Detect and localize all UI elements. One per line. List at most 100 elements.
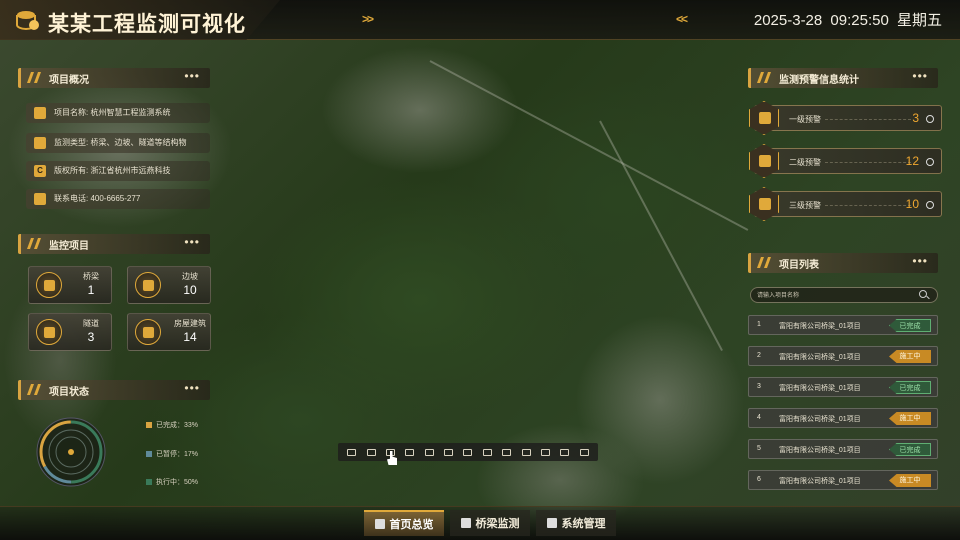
warning-label: 三级预警 bbox=[789, 201, 821, 210]
header-tick-icon bbox=[26, 72, 42, 83]
warnings-title: 监测预警信息统计 bbox=[779, 75, 859, 86]
status-badge: 施工中 bbox=[889, 474, 931, 487]
info-row: 监测类型: 桥梁、边坡、隧道等结构物 bbox=[26, 133, 210, 153]
projects-header: 项目列表 ••• bbox=[748, 253, 938, 273]
grid-icon[interactable] bbox=[444, 448, 454, 456]
row-number: 5 bbox=[757, 445, 761, 452]
date: 2025-3-28 bbox=[753, 12, 823, 29]
card-value: 1 bbox=[87, 283, 95, 297]
arrows-left-icon: << bbox=[676, 12, 688, 26]
angle-icon[interactable] bbox=[405, 448, 415, 456]
warning-level-3[interactable]: 三级预警 10 bbox=[749, 187, 942, 221]
warning-level-1[interactable]: 一级预警 3 bbox=[749, 101, 942, 135]
warning-value: 12 bbox=[905, 154, 919, 168]
monitor-card-tunnel[interactable]: 隧道 3 bbox=[28, 313, 112, 351]
arrow-icon bbox=[926, 115, 934, 123]
map-toolbar bbox=[338, 443, 598, 461]
home-icon bbox=[374, 519, 385, 529]
card-label: 边坡 bbox=[182, 272, 198, 281]
card-label: 隧道 bbox=[83, 319, 99, 328]
copyright-icon: C bbox=[34, 165, 46, 177]
search-input[interactable] bbox=[757, 290, 917, 301]
overview-header: 项目概况 ••• bbox=[18, 68, 210, 88]
status-badge: 已完成 bbox=[889, 381, 931, 394]
status-donut-chart bbox=[36, 417, 106, 487]
card-value: 14 bbox=[183, 330, 197, 344]
monitor-card-building[interactable]: 房屋建筑 14 bbox=[127, 313, 211, 351]
chart-line-icon[interactable] bbox=[482, 448, 492, 456]
header-tick-icon bbox=[756, 257, 772, 268]
keyboard-icon[interactable] bbox=[424, 448, 434, 456]
project-row[interactable]: 5 富阳有限公司桥梁_01项目 已完成 bbox=[748, 439, 938, 459]
project-row[interactable]: 2 富阳有限公司桥梁_01项目 施工中 bbox=[748, 346, 938, 366]
monitor-card-bridge[interactable]: 桥梁 1 bbox=[28, 266, 112, 304]
header-tick-icon bbox=[26, 384, 42, 395]
arrows-right-icon: >> bbox=[362, 12, 374, 26]
row-number: 4 bbox=[757, 414, 761, 421]
area-icon[interactable] bbox=[502, 448, 512, 456]
tab-settings[interactable]: 系统管理 bbox=[536, 510, 616, 536]
info-row: C 版权所有: 浙江省杭州市远燕科技 bbox=[26, 161, 210, 181]
project-row[interactable]: 6 富阳有限公司桥梁_01项目 施工中 bbox=[748, 470, 938, 490]
row-number: 3 bbox=[757, 383, 761, 390]
copyright: 版权所有: 浙江省杭州市远燕科技 bbox=[54, 166, 171, 175]
card-value: 10 bbox=[183, 283, 197, 297]
building-icon bbox=[135, 319, 161, 345]
warning-label: 一级预警 bbox=[789, 115, 821, 124]
project-name: 富阳有限公司桥梁_01项目 bbox=[779, 447, 861, 454]
warning-level-2[interactable]: 二级预警 12 bbox=[749, 144, 942, 178]
overview-title: 项目概况 bbox=[49, 75, 89, 86]
arrow-icon bbox=[926, 158, 934, 166]
info-row: 项目名称: 杭州智慧工程监测系统 bbox=[26, 103, 210, 123]
monitor-icon bbox=[34, 137, 46, 149]
more-icon[interactable]: ••• bbox=[184, 69, 200, 83]
datetime: 2025-3-28 09:25:50 星期五 bbox=[754, 9, 942, 30]
tab-bridge[interactable]: 桥梁监测 bbox=[450, 510, 530, 536]
measure-icon[interactable] bbox=[366, 448, 376, 456]
project-search bbox=[750, 287, 938, 303]
row-number: 2 bbox=[757, 352, 761, 359]
project-row[interactable]: 3 富阳有限公司桥梁_01项目 已完成 bbox=[748, 377, 938, 397]
project-name: 富阳有限公司桥梁_01项目 bbox=[779, 416, 861, 423]
doc-icon bbox=[34, 107, 46, 119]
legend-done: 已完成：33% bbox=[146, 420, 198, 430]
tab-label: 首页总览 bbox=[389, 519, 434, 531]
card-value: 3 bbox=[87, 330, 95, 344]
more-icon[interactable]: ••• bbox=[912, 69, 928, 83]
more-icon[interactable]: ••• bbox=[184, 235, 200, 249]
top-bar: 某某工程监测可视化 >> << 2025-3-28 09:25:50 星期五 bbox=[0, 0, 960, 40]
project-name: 富阳有限公司桥梁_01项目 bbox=[779, 478, 861, 485]
slope-icon bbox=[135, 272, 161, 298]
project-row[interactable]: 4 富阳有限公司桥梁_01项目 施工中 bbox=[748, 408, 938, 428]
header-tick-icon bbox=[756, 72, 772, 83]
tab-home[interactable]: 首页总览 bbox=[364, 510, 444, 536]
bridge-icon bbox=[36, 272, 62, 298]
legend-progress: 执行中：50% bbox=[146, 477, 198, 487]
status-title: 项目状态 bbox=[49, 387, 89, 398]
database-icon bbox=[16, 11, 39, 31]
legend-paused: 已暂停：17% bbox=[146, 449, 198, 459]
bridge-icon bbox=[460, 518, 471, 528]
nav-tabs: 首页总览 桥梁监测 系统管理 bbox=[364, 510, 616, 536]
project-name: 项目名称: 杭州智慧工程监测系统 bbox=[54, 108, 171, 117]
row-number: 6 bbox=[757, 476, 761, 483]
ruler-icon[interactable] bbox=[347, 448, 357, 456]
page-title: 某某工程监测可视化 bbox=[48, 13, 246, 36]
monitor-header: 监控项目 ••• bbox=[18, 234, 210, 254]
tunnel-icon bbox=[36, 319, 62, 345]
more-icon[interactable]: ••• bbox=[184, 381, 200, 395]
warnings-header: 监测预警信息统计 ••• bbox=[748, 68, 938, 88]
search-icon[interactable] bbox=[919, 290, 927, 298]
eraser-icon[interactable] bbox=[579, 448, 589, 456]
filter-icon[interactable] bbox=[521, 448, 531, 456]
card-label: 房屋建筑 bbox=[174, 319, 206, 328]
terrain-icon[interactable] bbox=[560, 448, 570, 456]
monitor-card-slope[interactable]: 边坡 10 bbox=[127, 266, 211, 304]
row-number: 1 bbox=[757, 321, 761, 328]
profile-icon[interactable] bbox=[540, 448, 550, 456]
project-row[interactable]: 1 富阳有限公司桥梁_01项目 已完成 bbox=[748, 315, 938, 335]
project-name: 富阳有限公司桥梁_01项目 bbox=[779, 323, 861, 330]
pin-icon[interactable] bbox=[463, 448, 473, 456]
warning-value: 3 bbox=[912, 111, 919, 125]
more-icon[interactable]: ••• bbox=[912, 254, 928, 268]
